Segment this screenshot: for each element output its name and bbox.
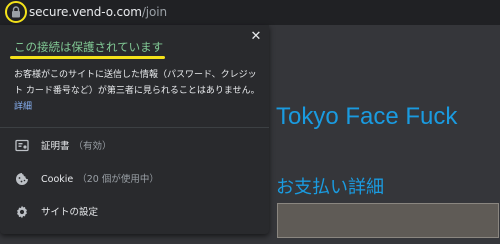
connection-description: お客様がこのサイトに送信した情報（パスワード、クレジット カード番号など）が第三…	[14, 67, 262, 115]
lock-icon	[12, 6, 20, 18]
gear-icon	[17, 205, 27, 219]
cookie-item[interactable]: Cookie （20 個が使用中）	[0, 163, 269, 193]
url-field[interactable]: secure.vend-o.com/join	[29, 5, 167, 19]
highlight-underline	[10, 56, 165, 59]
details-link[interactable]: 詳細	[14, 102, 32, 112]
cookie-label: Cookie （20 個が使用中）	[41, 174, 159, 185]
description-text: お客様がこのサイトに送信した情報（パスワード、クレジット カード番号など）が第三…	[14, 70, 260, 96]
payment-input[interactable]	[277, 203, 499, 238]
certificate-icon	[15, 139, 29, 152]
certificate-item[interactable]: 証明書 （有効）	[0, 130, 269, 160]
cookie-count: （20 個が使用中）	[77, 174, 159, 185]
close-button[interactable]: ✕	[249, 30, 263, 44]
address-bar: secure.vend-o.com/join	[0, 0, 500, 25]
url-host: secure.vend-o.com	[29, 5, 142, 19]
payment-details-heading: お支払い詳細	[276, 177, 384, 198]
site-info-popup: この接続は保護されています ✕ お客様がこのサイトに送信した情報（パスワード、ク…	[0, 25, 269, 234]
lock-button[interactable]	[5, 1, 27, 23]
cookie-icon	[16, 173, 28, 185]
certificate-status: （有効）	[73, 141, 112, 152]
site-settings-item[interactable]: サイトの設定	[0, 196, 269, 226]
divider	[0, 127, 269, 128]
connection-secure-title: この接続は保護されています	[14, 40, 164, 54]
page-title: Tokyo Face Fuck	[276, 103, 458, 130]
url-path: /join	[141, 5, 168, 19]
close-icon: ✕	[250, 29, 262, 44]
certificate-label: 証明書 （有効）	[41, 141, 112, 152]
site-settings-label: サイトの設定	[41, 207, 99, 218]
